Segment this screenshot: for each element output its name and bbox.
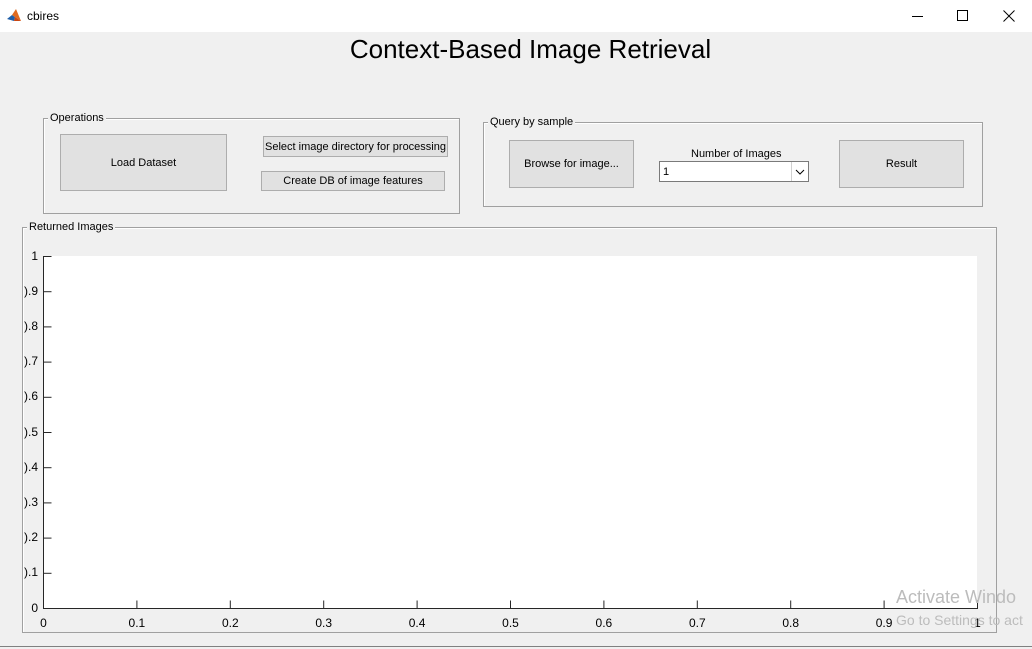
y-tick-label: ).4	[23, 459, 38, 474]
x-tick-label: 0.4	[408, 616, 426, 630]
x-tick-label: 0.3	[315, 616, 333, 630]
returned-images-axes	[43, 256, 978, 609]
y-tick-label: ).5	[23, 424, 38, 439]
y-tick-label: ).9	[23, 283, 38, 298]
activate-windows-hint: Go to Settings to act	[896, 612, 1023, 628]
y-tick-label: 0	[31, 600, 38, 615]
x-tick-label: 0.5	[502, 616, 519, 630]
y-tick-label: ).1	[23, 565, 38, 580]
activate-windows-watermark: Activate Windo	[896, 587, 1017, 607]
x-tick-label: 0.2	[221, 616, 239, 630]
y-tick-label: ).8	[23, 318, 38, 333]
x-tick-label: 0.6	[595, 616, 613, 630]
x-tick-label: 0.7	[688, 616, 706, 630]
y-tick-label: ).6	[23, 389, 38, 404]
x-tick-label: 0.8	[782, 616, 800, 630]
y-tick-label: ).2	[23, 530, 38, 545]
y-tick-label: ).3	[23, 494, 38, 509]
window-bottom-edge	[0, 646, 1032, 647]
y-tick-label: 1	[31, 248, 38, 263]
y-tick-label: ).7	[23, 354, 38, 369]
x-tick-label: 0.1	[128, 616, 146, 630]
x-tick-label: 0	[40, 616, 47, 630]
